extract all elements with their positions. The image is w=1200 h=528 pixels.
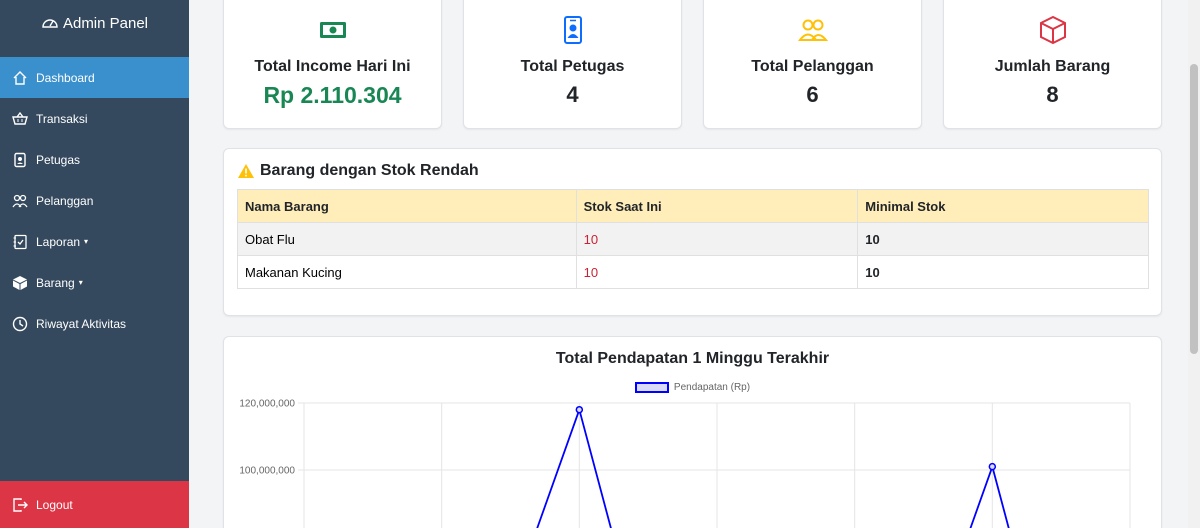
brand-title: Admin Panel <box>62 14 149 32</box>
person-badge-icon <box>12 152 28 168</box>
sidebar-item-laporan[interactable]: Laporan ▾ <box>0 221 189 262</box>
sidebar-item-label: Laporan <box>36 234 81 249</box>
basket-icon <box>12 111 28 127</box>
stat-card-income: Total Income Hari Ini Rp 2.110.304 <box>223 0 442 129</box>
box-icon <box>1038 15 1068 45</box>
sidebar-item-transaksi[interactable]: Transaksi <box>0 98 189 139</box>
stat-value: 8 <box>1046 82 1059 107</box>
table-cell-stock: 10 <box>575 222 859 256</box>
journal-check-icon <box>12 234 28 250</box>
stat-label: Total Pelanggan <box>751 58 874 75</box>
logout-label: Logout <box>36 497 73 512</box>
sidebar-item-barang[interactable]: Barang ▾ <box>0 262 189 303</box>
column-header: Stok Saat Ini <box>575 189 859 223</box>
table-cell-name: Obat Flu <box>237 222 577 256</box>
sidebar-item-label: Transaksi <box>36 111 88 126</box>
scrollbar[interactable] <box>1188 0 1200 528</box>
sidebar-item-label: Pelanggan <box>36 193 94 208</box>
data-point <box>988 462 997 471</box>
low-stock-title: Barang dengan Stok Rendah <box>237 162 479 180</box>
table-header-row: Nama Barang Stok Saat Ini Minimal Stok <box>237 189 1149 223</box>
clock-icon <box>12 316 28 332</box>
table-cell-min-stock: 10 <box>857 255 1149 289</box>
series-line-segment <box>991 466 1010 528</box>
sidebar-item-petugas[interactable]: Petugas <box>0 139 189 180</box>
stat-label: Total Petugas <box>520 58 625 75</box>
stat-card-petugas: Total Petugas 4 <box>463 0 682 129</box>
people-icon <box>12 193 28 209</box>
sidebar: Admin Panel Dashboard Transaksi Petugas … <box>0 0 189 528</box>
chevron-down-icon: ▾ <box>84 237 89 246</box>
series-line-segment <box>536 409 581 528</box>
y-tick-label: 100,000,000 <box>239 466 295 477</box>
stat-card-pelanggan: Total Pelanggan 6 <box>703 0 922 129</box>
low-stock-title-text: Barang dengan Stok Rendah <box>260 162 479 179</box>
sidebar-item-pelanggan[interactable]: Pelanggan <box>0 180 189 221</box>
column-header: Minimal Stok <box>857 189 1149 223</box>
person-badge-icon <box>558 15 588 45</box>
table-cell-min-stock: 10 <box>857 222 1149 256</box>
main-content: Total Income Hari Ini Rp 2.110.304 Total… <box>189 0 1188 528</box>
stat-value: Rp 2.110.304 <box>263 82 402 108</box>
box-icon <box>12 275 28 291</box>
table-row: Makanan Kucing 10 10 <box>237 255 1149 289</box>
revenue-chart: 120,000,000 100,000,000 <box>239 399 1131 528</box>
people-icon <box>797 15 828 45</box>
stat-value: 4 <box>566 82 579 107</box>
warning-icon <box>237 163 255 179</box>
series-line-segment <box>969 466 994 528</box>
logout-button[interactable]: Logout <box>0 481 189 528</box>
data-point <box>575 405 584 414</box>
scrollbar-thumb[interactable] <box>1190 64 1198 354</box>
stat-label: Jumlah Barang <box>994 58 1111 75</box>
stat-card-barang: Jumlah Barang 8 <box>943 0 1162 129</box>
revenue-chart-card: Total Pendapatan 1 Minggu Terakhir Penda… <box>223 336 1162 528</box>
brand[interactable]: Admin Panel <box>0 0 189 46</box>
stat-label: Total Income Hari Ini <box>254 58 411 75</box>
sidebar-item-label: Barang <box>36 275 75 290</box>
sidebar-item-dashboard[interactable]: Dashboard <box>0 57 189 98</box>
column-header: Nama Barang <box>237 189 577 223</box>
low-stock-table: Nama Barang Stok Saat Ini Minimal Stok O… <box>237 189 1149 289</box>
series-line-segment <box>578 409 612 528</box>
table-cell-stock: 10 <box>575 255 859 289</box>
chevron-down-icon: ▾ <box>78 278 83 287</box>
table-cell-name: Makanan Kucing <box>237 255 577 289</box>
sidebar-item-label: Petugas <box>36 152 81 167</box>
box-arrow-right-icon <box>12 497 28 513</box>
low-stock-card: Barang dengan Stok Rendah Nama Barang St… <box>223 148 1162 316</box>
speedometer-icon <box>41 14 59 32</box>
sidebar-item-label: Dashboard <box>36 70 95 85</box>
stat-value: 6 <box>806 82 819 107</box>
sidebar-item-label: Riwayat Aktivitas <box>36 316 127 331</box>
y-tick-label: 120,000,000 <box>239 399 295 410</box>
sidebar-item-riwayat[interactable]: Riwayat Aktivitas <box>0 303 189 344</box>
table-row: Obat Flu 10 10 <box>237 222 1149 256</box>
house-icon <box>12 70 28 86</box>
cash-icon <box>318 15 348 45</box>
